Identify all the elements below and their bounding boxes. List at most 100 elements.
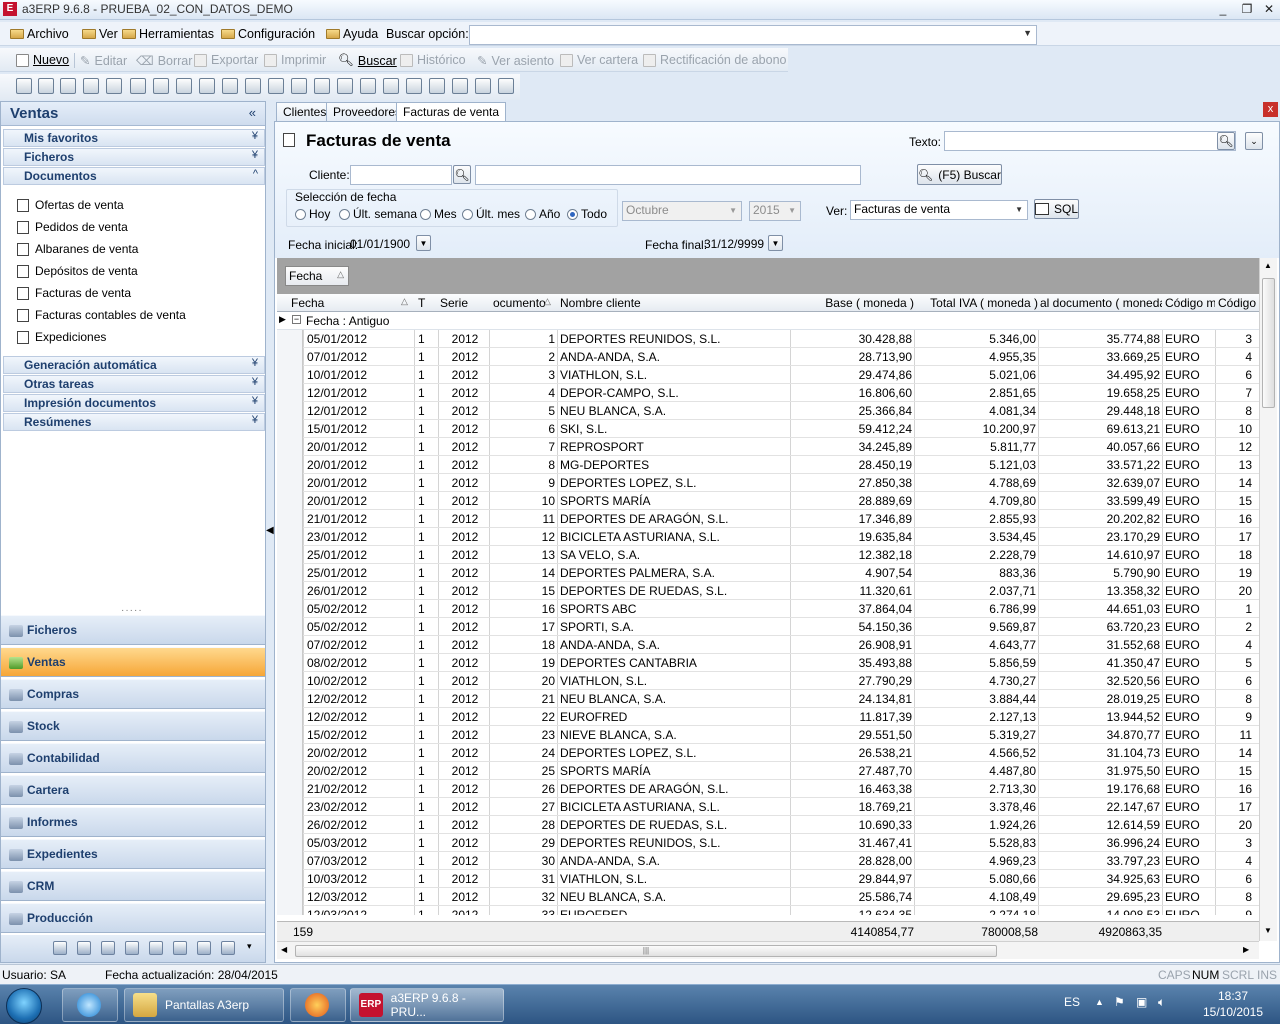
table-row[interactable]: 25/01/2012 1 2012 13 SA VELO, S.A. 12.382,18 2… <box>277 546 1259 564</box>
table-row[interactable]: 15/01/2012 1 2012 6 SKI, S.L. 59.412,24 10.200… <box>277 420 1259 438</box>
row-indicator[interactable] <box>277 708 303 726</box>
texto-input[interactable] <box>944 131 1236 151</box>
menu-herramientas[interactable]: Herramientas <box>122 26 214 42</box>
row-indicator[interactable] <box>277 492 303 510</box>
clock-time[interactable]: 18:37 <box>1198 989 1268 1003</box>
horizontal-scrollbar[interactable]: ◀ ||| ▶ <box>277 941 1259 959</box>
stats-icon[interactable] <box>245 78 261 94</box>
radio-hoy[interactable]: Hoy <box>295 207 330 221</box>
delivery-icon[interactable] <box>130 78 146 94</box>
table-row[interactable]: 20/01/2012 1 2012 7 REPROSPORT 34.245,89 5.811… <box>277 438 1259 456</box>
radio-ult-semana[interactable]: Últ. semana <box>339 207 417 221</box>
col-fecha[interactable]: Fecha <box>291 296 411 310</box>
cliente-lookup-button[interactable]: 🔍︎ <box>453 165 471 184</box>
star-icon[interactable] <box>101 941 115 955</box>
close-tab-button[interactable]: x <box>1263 102 1278 117</box>
show-hidden-icons-icon[interactable]: ▲ <box>1095 997 1104 1007</box>
scroll-down-icon[interactable]: ▼ <box>1264 926 1272 935</box>
table-row[interactable]: 08/02/2012 1 2012 19 DEPORTES CANTABRIA 35.49… <box>277 654 1259 672</box>
col-total-iva[interactable]: Total IVA ( moneda ) <box>916 296 1038 310</box>
group-impresion-documentos[interactable]: Impresión documentos ¥ <box>3 394 265 412</box>
close-button[interactable]: ✕ <box>1258 0 1280 18</box>
monitor-icon[interactable] <box>53 941 67 955</box>
report-icon[interactable] <box>176 78 192 94</box>
table-row[interactable]: 05/01/2012 1 2012 1 DEPORTES REUNIDOS, S.L. 3… <box>277 330 1259 348</box>
row-indicator[interactable] <box>277 402 303 420</box>
row-indicator[interactable] <box>277 456 303 474</box>
table-row[interactable]: 15/02/2012 1 2012 23 NIEVE BLANCA, S.A. 29.55… <box>277 726 1259 744</box>
flag-icon[interactable]: ⚑ <box>1114 995 1125 1009</box>
row-indicator[interactable] <box>277 654 303 672</box>
group-resumenes[interactable]: Resúmenes ¥ <box>3 413 265 431</box>
stack-icon[interactable] <box>360 78 376 94</box>
database-icon[interactable] <box>314 78 330 94</box>
suppliers-icon[interactable] <box>38 78 54 94</box>
buscar-button[interactable]: 🔍︎ Buscar <box>338 53 397 68</box>
clients-icon[interactable] <box>16 78 32 94</box>
col-codigo-moneda[interactable]: Código mo <box>1165 296 1215 310</box>
minimize-button[interactable]: _ <box>1212 0 1234 18</box>
buscar-f5-button[interactable]: 🔍︎ (F5) Buscar <box>917 164 1002 185</box>
language-indicator[interactable]: ES <box>1064 995 1080 1009</box>
ver-cartera-button[interactable]: Ver cartera <box>560 53 638 67</box>
row-indicator[interactable] <box>277 852 303 870</box>
cliente-name-input[interactable] <box>475 165 861 185</box>
calendar-icon[interactable] <box>452 78 468 94</box>
tab-facturas-de-venta[interactable]: Facturas de venta <box>396 102 507 123</box>
search-option-input[interactable]: ▼ <box>469 25 1037 45</box>
doc-ofertas-de-venta[interactable]: Ofertas de venta <box>17 195 124 215</box>
row-indicator[interactable] <box>277 438 303 456</box>
articles-icon[interactable] <box>60 78 76 94</box>
tax-icon[interactable] <box>173 941 187 955</box>
chevron-left-icon[interactable]: ◀ <box>266 525 274 536</box>
table-row[interactable]: 05/03/2012 1 2012 29 DEPORTES REUNIDOS, S.L.… <box>277 834 1259 852</box>
tax-icon[interactable] <box>197 941 211 955</box>
col-base[interactable]: Base ( moneda ) <box>792 296 914 310</box>
table-row[interactable]: 12/01/2012 1 2012 4 DEPOR-CAMPO, S.L. 16.806,… <box>277 384 1259 402</box>
table-row[interactable]: 05/02/2012 1 2012 16 SPORTS ABC 37.864,04 6.78… <box>277 600 1259 618</box>
row-indicator[interactable] <box>277 420 303 438</box>
table-row[interactable]: 23/01/2012 1 2012 12 BICICLETA ASTURIANA, S.… <box>277 528 1259 546</box>
row-indicator[interactable] <box>277 366 303 384</box>
doc-expediciones[interactable]: Expediciones <box>17 327 106 347</box>
table-row[interactable]: 20/02/2012 1 2012 24 DEPORTES LOPEZ, S.L. 26.… <box>277 744 1259 762</box>
row-indicator[interactable] <box>277 384 303 402</box>
group-ficheros[interactable]: Ficheros ¥ <box>3 148 265 166</box>
menu-archivo[interactable]: Archivo <box>10 26 69 42</box>
table-row[interactable]: 20/02/2012 1 2012 25 SPORTS MARÍA 27.487,70 4.… <box>277 762 1259 780</box>
restore-button[interactable]: ❐ <box>1236 0 1258 18</box>
cliente-code-input[interactable] <box>350 165 452 185</box>
scroll-right-icon[interactable]: ▶ <box>1243 945 1249 954</box>
horizontal-scroll-thumb[interactable]: ||| <box>295 945 997 957</box>
table-row[interactable]: 23/02/2012 1 2012 27 BICICLETA ASTURIANA, S.… <box>277 798 1259 816</box>
table-row[interactable]: 26/02/2012 1 2012 28 DEPORTES DE RUEDAS, S.L… <box>277 816 1259 834</box>
rectificacion-abono-button[interactable]: Rectificación de abono <box>643 53 786 67</box>
module-ventas[interactable]: Ventas <box>1 647 265 677</box>
table-row[interactable]: 20/01/2012 1 2012 9 DEPORTES LOPEZ, S.L. 27.8… <box>277 474 1259 492</box>
expand-filters-button[interactable]: ⌄ <box>1245 132 1263 150</box>
menu-ayuda[interactable]: Ayuda <box>326 26 378 42</box>
row-indicator[interactable] <box>277 816 303 834</box>
imprimir-button[interactable]: Imprimir <box>264 53 326 67</box>
collapse-group-icon[interactable]: − <box>292 315 301 324</box>
menu-ver[interactable]: Ver <box>82 26 118 42</box>
table-row[interactable]: 12/03/2012 1 2012 32 NEU BLANCA, S.A. 25.586,… <box>277 888 1259 906</box>
a3erp-taskbar-button[interactable]: ERP a3ERP 9.6.8 - PRU... <box>350 988 504 1022</box>
radio-ult-mes[interactable]: Últ. mes <box>462 207 520 221</box>
module-ficheros[interactable]: Ficheros <box>1 615 265 645</box>
menu-configuracion[interactable]: Configuración <box>221 26 315 42</box>
row-indicator[interactable] <box>277 564 303 582</box>
doc-albaranes-de-venta[interactable]: Albaranes de venta <box>17 239 138 259</box>
table-row[interactable]: 05/02/2012 1 2012 17 SPORTI, S.A. 54.150,36 9.… <box>277 618 1259 636</box>
scroll-left-icon[interactable]: ◀ <box>281 945 287 954</box>
network-icon[interactable]: ▣ <box>1136 995 1147 1009</box>
exportar-button[interactable]: Exportar <box>194 53 258 67</box>
table-row[interactable]: 07/01/2012 1 2012 2 ANDA-ANDA, S.A. 28.713,90… <box>277 348 1259 366</box>
row-indicator[interactable] <box>277 726 303 744</box>
nuevo-button[interactable]: Nuevo <box>16 53 69 67</box>
offers-icon[interactable] <box>83 78 99 94</box>
group-mis-favoritos[interactable]: Mis favoritos ¥ <box>3 129 265 147</box>
fecha-final-dropdown[interactable]: ▼ <box>768 235 783 251</box>
invoice-icon[interactable] <box>153 78 169 94</box>
table-row[interactable]: 12/02/2012 1 2012 21 NEU BLANCA, S.A. 24.134,… <box>277 690 1259 708</box>
